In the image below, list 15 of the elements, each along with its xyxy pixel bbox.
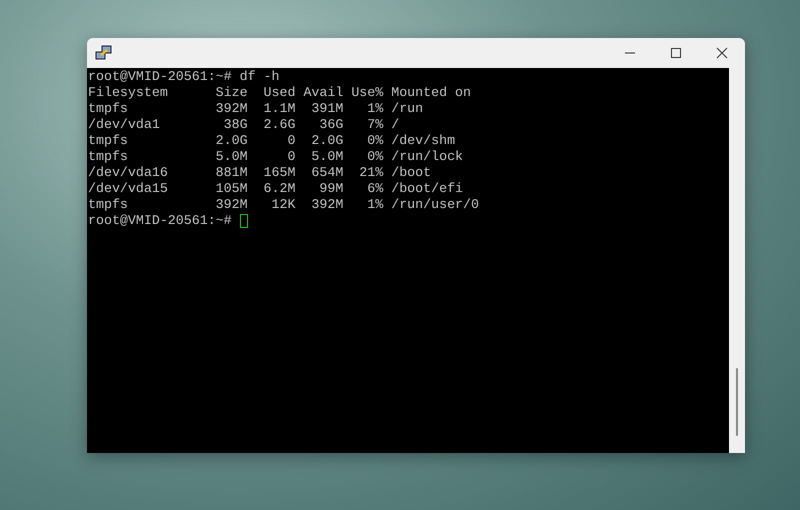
computers-icon (95, 44, 113, 62)
maximize-icon (670, 47, 682, 59)
scrollbar-thumb[interactable] (736, 368, 738, 436)
terminal-line: tmpfs 2.0G 0 2.0G 0% /dev/shm (88, 133, 456, 149)
terminal-line: Filesystem Size Used Avail Use% Mounted on (88, 85, 472, 101)
terminal-line: root@VMID-20561:~# df -h (88, 69, 281, 85)
terminal-line: /dev/vda15 105M 6.2M 99M 6% /boot/efi (88, 181, 464, 197)
shell-prompt: root@VMID-20561:~# (88, 213, 232, 229)
terminal-line: /dev/vda1 38G 2.6G 36G 7% / (88, 117, 400, 133)
terminal-line: tmpfs 392M 1.1M 391M 1% /run (88, 101, 424, 117)
terminal-line: /dev/vda16 881M 165M 654M 21% /boot (88, 165, 432, 181)
scrollbar-track[interactable] (729, 68, 745, 453)
terminal-line: tmpfs 392M 12K 392M 1% /run/user/0 (88, 197, 480, 213)
terminal-line: tmpfs 5.0M 0 5.0M 0% /run/lock (88, 149, 464, 165)
close-icon (716, 47, 728, 59)
